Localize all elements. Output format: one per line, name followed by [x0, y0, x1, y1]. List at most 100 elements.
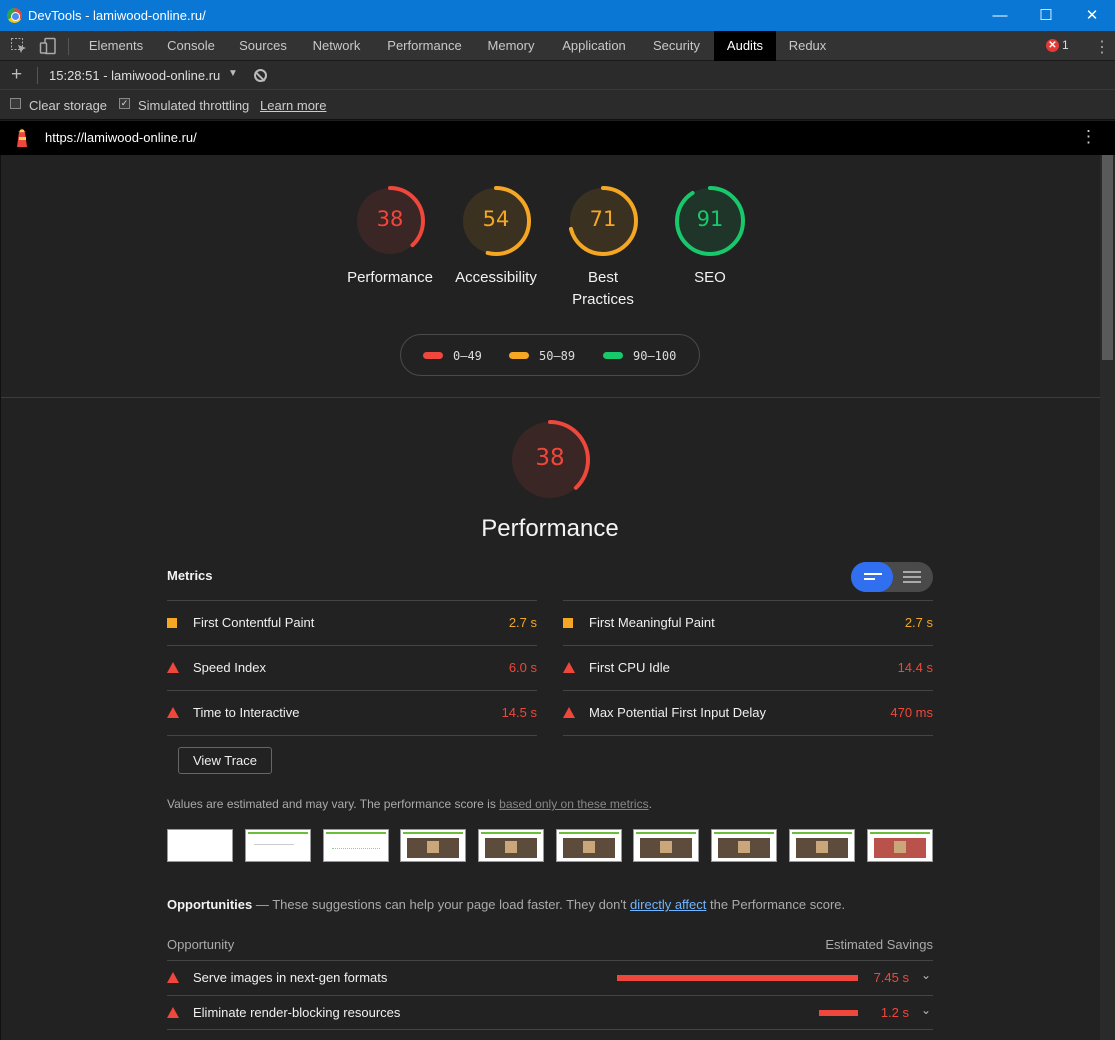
- gauge-label: Performance: [347, 269, 433, 286]
- metric-name: First Contentful Paint: [193, 615, 315, 630]
- chrome-icon: [7, 8, 22, 23]
- savings-value: 1.2 s: [880, 1005, 909, 1020]
- gauge-best-practices[interactable]: 71 Best Practices: [567, 185, 639, 308]
- gauge-performance[interactable]: 38 Performance: [347, 185, 433, 286]
- clear-storage-checkbox[interactable]: [10, 98, 21, 109]
- average-square-icon: [563, 618, 573, 628]
- tab-security[interactable]: Security: [643, 31, 710, 61]
- opportunities-columns: Opportunity Estimated Savings: [167, 937, 933, 952]
- savings-bar: [617, 975, 858, 981]
- close-button[interactable]: ✕: [1069, 0, 1115, 31]
- gauge-seo[interactable]: 91 SEO: [674, 185, 746, 286]
- frame-line: [332, 848, 380, 854]
- tab-performance[interactable]: Performance: [376, 31, 473, 61]
- category-title: Performance: [481, 515, 619, 542]
- frame-header: [481, 832, 541, 834]
- maximize-button[interactable]: ☐: [1023, 0, 1069, 31]
- throttling-label[interactable]: Simulated throttling: [138, 98, 249, 113]
- metric-value: 470 ms: [890, 705, 933, 720]
- device-toolbar-icon[interactable]: [39, 37, 57, 55]
- toggle-compact-view[interactable]: [851, 562, 893, 592]
- fail-triangle-icon: [167, 662, 179, 673]
- tab-console[interactable]: Console: [157, 31, 225, 61]
- column-savings: Estimated Savings: [825, 937, 933, 952]
- tab-sources[interactable]: Sources: [229, 31, 297, 61]
- metric-value: 6.0 s: [508, 660, 537, 675]
- metric-value: 14.5 s: [501, 705, 537, 720]
- error-icon[interactable]: ✕: [1046, 39, 1059, 52]
- metrics-bottom-border: [563, 735, 933, 736]
- opportunity-row[interactable]: Serve images in next-gen formats 7.45 s …: [167, 960, 933, 994]
- metric-name: Max Potential First Input Delay: [589, 705, 767, 720]
- inspect-element-icon[interactable]: [10, 37, 28, 55]
- based-on-metrics-link[interactable]: based only on these metrics: [499, 797, 648, 811]
- gauge-accessibility[interactable]: 54 Accessibility: [455, 185, 537, 286]
- learn-more-link[interactable]: Learn more: [260, 98, 326, 113]
- frame-hero: [407, 838, 459, 858]
- scrollbar-thumb[interactable]: [1102, 155, 1113, 360]
- gauge-performance-large: 38: [509, 419, 591, 501]
- metric-row: Time to Interactive 14.5 s: [167, 690, 537, 735]
- throttling-checkbox[interactable]: ✓: [119, 98, 130, 109]
- customize-menu-icon[interactable]: ⋮: [1094, 37, 1110, 57]
- metric-value: 2.7 s: [508, 615, 537, 630]
- opportunity-row[interactable]: Eliminate render-blocking resources 1.2 …: [167, 995, 933, 1029]
- section-divider: [1, 397, 1100, 398]
- chevron-down-icon[interactable]: ⌄: [921, 1003, 931, 1017]
- metric-name: First CPU Idle: [589, 660, 670, 675]
- metric-row: Max Potential First Input Delay 470 ms: [563, 690, 933, 735]
- filmstrip-frame: [245, 829, 311, 862]
- clear-storage-label[interactable]: Clear storage: [29, 98, 107, 113]
- frame-hero: [874, 838, 926, 858]
- chevron-down-icon[interactable]: ⌄: [921, 968, 931, 982]
- gauge-score: 38: [535, 445, 565, 471]
- metric-name: Time to Interactive: [193, 705, 300, 720]
- dropdown-arrow-icon[interactable]: ▼: [228, 68, 238, 79]
- opportunities-header: Opportunities — These suggestions can he…: [167, 897, 845, 912]
- tab-application[interactable]: Application: [549, 31, 639, 61]
- lines-expanded-icon[interactable]: [903, 571, 921, 573]
- tab-network[interactable]: Network: [301, 31, 372, 61]
- minimize-button[interactable]: —: [977, 0, 1023, 31]
- column-opportunity: Opportunity: [167, 937, 235, 952]
- legend-swatch-pass: [603, 352, 623, 359]
- tab-memory[interactable]: Memory: [477, 31, 545, 61]
- filmstrip-frame: [711, 829, 777, 862]
- gauge-label: Best Practices: [572, 269, 634, 308]
- tab-audits[interactable]: Audits: [714, 31, 776, 61]
- metric-row: Speed Index 6.0 s: [167, 645, 537, 690]
- gauge-label: Accessibility: [455, 269, 537, 286]
- opportunities-desc-suffix: the Performance score.: [706, 897, 846, 912]
- lines-icon: [864, 573, 882, 575]
- gauge-score: 91: [696, 207, 724, 231]
- legend-range-average: 50–89: [539, 349, 576, 363]
- fail-triangle-icon: [167, 707, 179, 718]
- filmstrip-frame: [400, 829, 466, 862]
- tab-elements[interactable]: Elements: [79, 31, 153, 61]
- frame-hero: [796, 838, 848, 858]
- new-audit-icon[interactable]: +: [11, 64, 22, 86]
- report-url: https://lamiwood-online.ru/: [45, 130, 197, 145]
- fail-triangle-icon: [563, 662, 575, 673]
- frame-header: [326, 832, 386, 834]
- report-scrollbar[interactable]: [1100, 155, 1115, 1040]
- report-selector[interactable]: 15:28:51 - lamiwood-online.ru: [49, 68, 220, 83]
- legend-swatch-average: [509, 352, 529, 359]
- view-trace-button[interactable]: View Trace: [178, 747, 272, 774]
- error-count[interactable]: 1: [1062, 38, 1069, 52]
- metrics-view-toggle[interactable]: [851, 562, 933, 592]
- report-menu-icon[interactable]: ⋮: [1080, 127, 1097, 147]
- clear-all-icon[interactable]: [254, 69, 267, 82]
- metrics-note: Values are estimated and may vary. The p…: [167, 797, 652, 811]
- score-scale-legend: 0–49 50–89 90–100: [400, 334, 700, 376]
- metrics-heading: Metrics: [167, 568, 213, 583]
- frame-header: [403, 832, 463, 834]
- directly-affect-link[interactable]: directly affect: [630, 897, 706, 912]
- filmstrip-frame: [867, 829, 933, 862]
- frame-line: [254, 844, 294, 845]
- tab-redux[interactable]: Redux: [780, 31, 835, 61]
- metrics-bottom-border: [167, 735, 537, 736]
- gauge-score: 38: [376, 207, 404, 231]
- metric-name: First Meaningful Paint: [589, 615, 715, 630]
- opportunities-desc: — These suggestions can help your page l…: [252, 897, 631, 912]
